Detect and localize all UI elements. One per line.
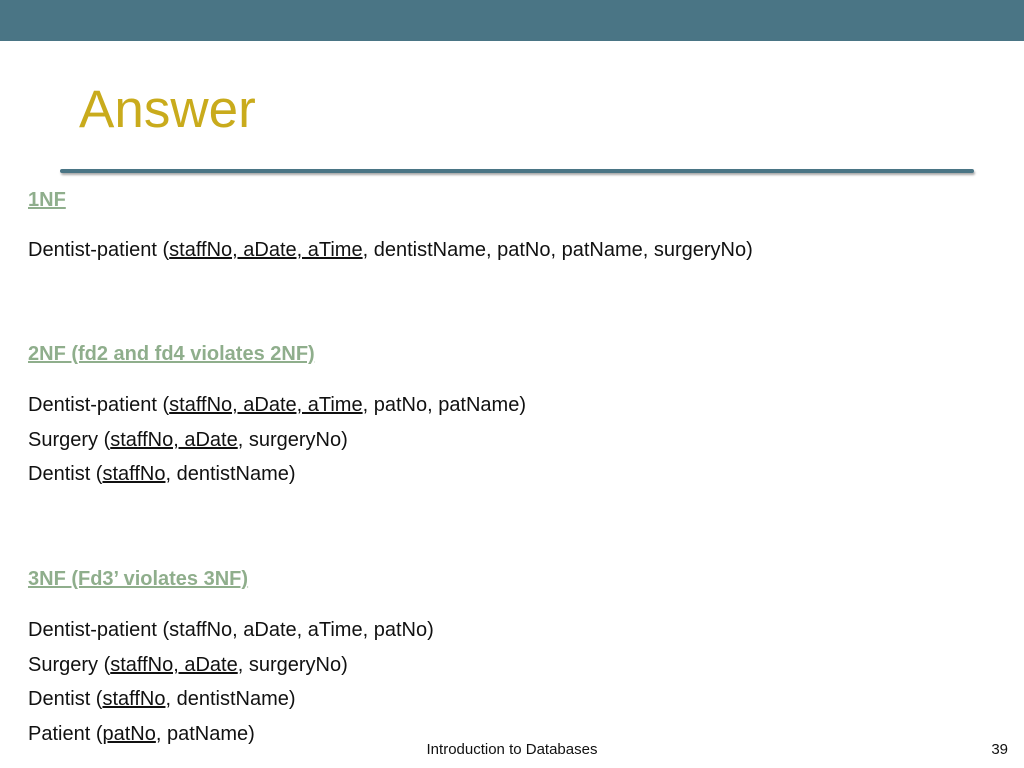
relation-line: Dentist-patient (staffNo, aDate, aTime, … [28,393,526,417]
footer-title: Introduction to Databases [426,741,598,758]
title-divider [60,169,974,173]
primary-key: staffNo [102,463,166,485]
heading-3nf: 3NF (Fd3’ violates 3NF) [28,568,249,590]
relation-text: Surgery ( [28,654,111,676]
relation-text: Dentist ( [28,463,103,485]
relation-line: Dentist-patient (staffNo, aDate, aTime, … [28,618,434,642]
relation-line: Surgery (staffNo, aDate, surgeryNo) [28,653,348,677]
heading-2nf: 2NF (fd2 and fd4 violates 2NF) [28,343,315,365]
relation-text: , surgeryNo) [237,654,348,676]
relation-text: Dentist-patient ( [28,239,170,261]
relation-text: Dentist ( [28,688,103,710]
heading-1nf: 1NF [28,189,66,211]
primary-key: staffNo [102,688,166,710]
relation-text: , patNo, patName) [362,394,527,416]
primary-key: staffNo, aDate [110,429,238,451]
page-number: 39 [991,741,1008,758]
primary-key: staffNo, aDate [110,654,238,676]
relation-line: Dentist-patient (staffNo, aDate, aTime, … [28,238,753,262]
relation-line: Surgery (staffNo, aDate, surgeryNo) [28,428,348,452]
relation-line: Dentist (staffNo, dentistName) [28,687,296,711]
relation-text: Dentist-patient ( [28,394,170,416]
top-bar [0,0,1024,41]
relation-text: Surgery ( [28,429,111,451]
relation-line: Dentist (staffNo, dentistName) [28,462,296,486]
primary-key: staffNo, aDate, aTime [169,394,363,416]
relation-text: , dentistName) [165,688,296,710]
relation-text: , dentistName) [165,463,296,485]
slide-title: Answer [79,80,256,139]
relation-text: Dentist-patient (staffNo, aDate, aTime, … [28,619,434,641]
primary-key: staffNo, aDate, aTime [169,239,363,261]
relation-text: , surgeryNo) [237,429,348,451]
relation-text: , dentistName, patNo, patName, surgeryNo… [362,239,753,261]
